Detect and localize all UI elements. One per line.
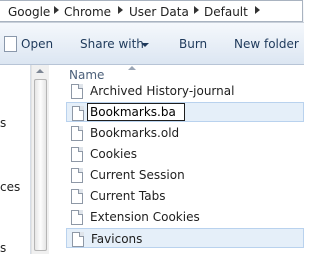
share-with-button[interactable]: Share with — [80, 36, 144, 52]
file-name: Cookies — [90, 147, 137, 161]
chevron-down-icon[interactable] — [141, 43, 149, 47]
file-row[interactable]: Archived History-journal — [66, 81, 304, 101]
nav-scrollbar[interactable] — [31, 65, 49, 254]
file-row-highlighted[interactable]: Favicons — [66, 228, 304, 248]
file-name: Archived History-journal — [90, 84, 235, 98]
command-toolbar: Open Share with Burn New folder — [0, 23, 304, 65]
file-row[interactable]: Current Session — [66, 165, 304, 185]
file-row[interactable]: Bookmarks.old — [66, 123, 304, 143]
file-icon — [71, 210, 83, 225]
chevron-right-icon[interactable] — [255, 6, 260, 14]
chevron-right-icon[interactable] — [54, 6, 59, 14]
file-name: Current Tabs — [90, 189, 166, 203]
file-icon — [71, 189, 83, 204]
file-name: Extension Cookies — [90, 210, 200, 224]
breadcrumb[interactable]: Google Chrome User Data Default — [0, 0, 303, 22]
file-icon — [72, 232, 84, 247]
burn-button[interactable]: Burn — [179, 36, 207, 52]
chevron-right-icon[interactable] — [194, 6, 199, 14]
file-row-selected[interactable] — [66, 102, 304, 122]
file-list: Name Archived History-journal Bookmarks.… — [49, 65, 304, 254]
sort-arrow-icon — [128, 66, 136, 70]
file-icon — [71, 126, 83, 141]
breadcrumb-item-user-data[interactable]: User Data — [129, 4, 189, 20]
breadcrumb-item-google[interactable]: Google — [8, 4, 50, 20]
file-row[interactable]: Current Tabs — [66, 186, 304, 206]
file-row[interactable]: Cookies — [66, 144, 304, 164]
document-icon — [4, 36, 17, 52]
file-row[interactable]: Extension Cookies — [66, 207, 304, 227]
file-icon — [71, 168, 83, 183]
file-icon — [72, 106, 84, 121]
chevron-right-icon[interactable] — [118, 6, 123, 14]
file-name: Favicons — [91, 232, 143, 246]
nav-item-fragment[interactable]: ces — [0, 180, 20, 194]
breadcrumb-item-default[interactable]: Default — [204, 4, 248, 20]
rename-input[interactable] — [87, 103, 185, 121]
file-name: Current Session — [90, 168, 185, 182]
file-icon — [71, 84, 83, 99]
breadcrumb-item-chrome[interactable]: Chrome — [64, 4, 111, 20]
nav-item-fragment[interactable]: s — [0, 116, 6, 130]
address-bar[interactable]: Google Chrome User Data Default — [0, 0, 304, 23]
open-button[interactable]: Open — [21, 36, 53, 52]
navigation-pane: s ces s — [0, 65, 31, 255]
file-name: Bookmarks.old — [90, 126, 180, 140]
nav-item-fragment[interactable]: s — [0, 241, 6, 255]
file-icon — [71, 147, 83, 162]
scroll-up-icon[interactable] — [36, 69, 44, 73]
scroll-thumb[interactable] — [34, 79, 47, 251]
new-folder-button[interactable]: New folder — [234, 36, 299, 52]
